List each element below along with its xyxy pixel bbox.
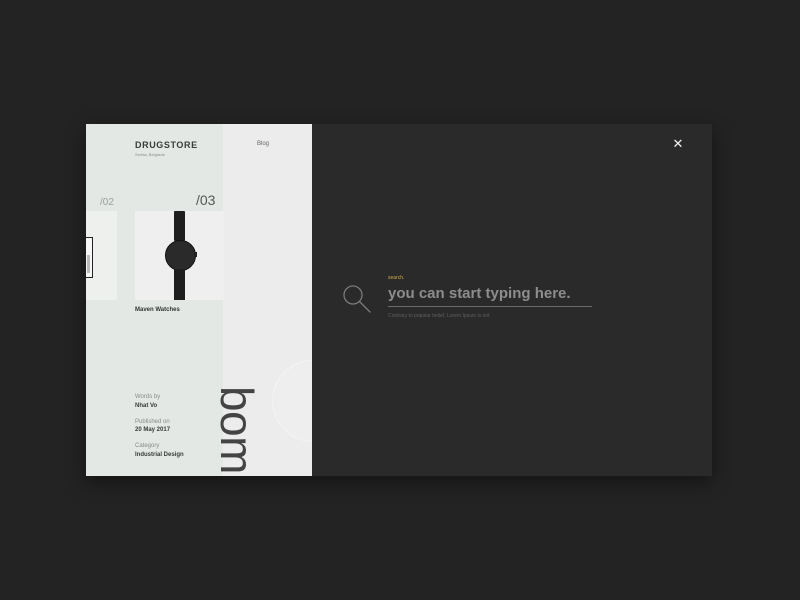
close-icon[interactable]: ✕	[672, 137, 684, 150]
vertical-brand-word: bombette.	[210, 386, 264, 476]
article-card: DRUGSTORE Serbia, Belgrade Blog /02 /03 …	[86, 124, 312, 476]
brand-location: Serbia, Belgrade	[135, 152, 165, 157]
watch-face	[165, 240, 196, 271]
search-overlay-frame: DRUGSTORE Serbia, Belgrade Blog /02 /03 …	[86, 124, 712, 476]
watch-strap-bottom	[174, 269, 185, 300]
product-image-watch[interactable]	[135, 211, 224, 300]
watch-crown	[194, 252, 197, 257]
meta-published-label: Published on	[135, 419, 170, 425]
search-input[interactable]	[388, 282, 592, 304]
slide-thumbnail-prev-detail	[87, 255, 90, 273]
search-hint-text: Contrary to popular belief, Lorem Ipsum …	[388, 313, 490, 319]
search-underline	[388, 306, 592, 307]
watch-strap-top	[174, 211, 185, 241]
search-icon	[343, 285, 371, 313]
product-caption[interactable]: Maven Watches	[135, 307, 180, 313]
search-kicker-label: search.	[388, 275, 405, 281]
meta-category-value: Industrial Design	[135, 452, 184, 458]
brand-title[interactable]: DRUGSTORE	[135, 140, 198, 150]
search-panel: ✕ search. Contrary to popular belief, Lo…	[312, 124, 712, 476]
meta-words-label: Words by	[135, 394, 161, 400]
meta-category-label: Category	[135, 443, 160, 449]
slide-index-prev[interactable]: /02	[100, 197, 114, 208]
meta-words-value: Nhat Vo	[135, 403, 158, 409]
meta-published-value: 20 May 2017	[135, 427, 171, 433]
slide-index-current: /03	[196, 192, 216, 208]
blog-link[interactable]: Blog	[257, 141, 269, 147]
